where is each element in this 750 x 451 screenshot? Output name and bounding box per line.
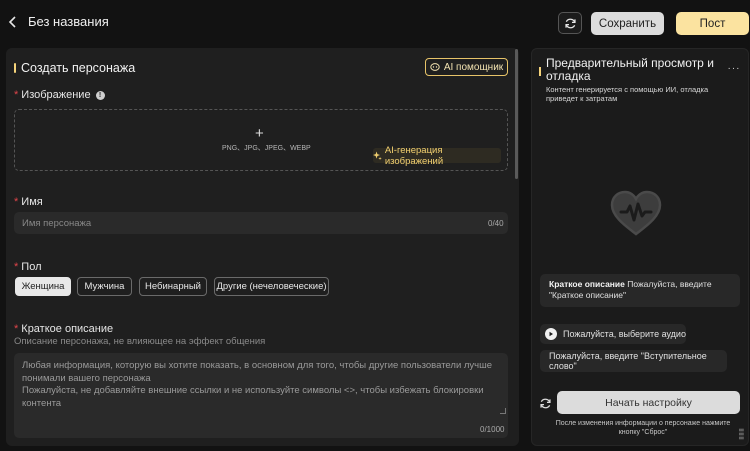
back-button[interactable] (6, 12, 20, 32)
required-marker: * (14, 196, 19, 208)
short-desc-placeholder-line1: Любая информация, которую вы хотите пока… (22, 360, 493, 384)
short-desc-placeholder: Любая информация, которую вы хотите пока… (22, 360, 502, 410)
textarea-resize-handle[interactable] (500, 408, 506, 414)
gender-label: * Пол (14, 261, 41, 273)
preview-panel (531, 48, 749, 446)
gender-label-text: Пол (21, 261, 42, 273)
gender-option-male[interactable]: Мужчина (77, 277, 132, 296)
image-formats: PNG、JPG、JPEG、WEBP (222, 145, 311, 152)
name-label: * Имя (14, 196, 43, 208)
refresh-button[interactable] (558, 12, 582, 34)
page-title: Без названия (28, 14, 109, 29)
ai-image-generation-button[interactable]: AI-генерация изображений (373, 145, 501, 167)
short-desc-counter: 0/1000 (480, 425, 505, 434)
plus-icon: + (255, 125, 264, 142)
intro-word-button[interactable]: Пожалуйста, введите "Вступительное слово… (540, 350, 727, 372)
select-audio-button[interactable]: Пожалуйста, выберите аудио (540, 324, 686, 344)
name-label-text: Имя (21, 196, 43, 208)
info-icon[interactable]: ! (95, 90, 105, 100)
section-title-text: Создать персонажа (21, 61, 136, 75)
gender-option-female[interactable]: Женщина (15, 277, 71, 296)
ai-helper-label: AI помощник (443, 61, 504, 73)
short-desc-label-text: Краткое описание (21, 323, 114, 335)
refresh-icon (564, 18, 576, 28)
required-marker: * (14, 323, 19, 335)
short-desc-placeholder-line2: Пожалуйста, не добавляйте внешние ссылки… (22, 385, 484, 409)
sparkle-icon (373, 151, 382, 160)
ai-helper-button[interactable]: AI помощник (425, 58, 508, 76)
name-placeholder: Имя персонажа (22, 218, 92, 229)
more-options-button[interactable]: ··· (726, 63, 742, 74)
ai-helper-icon (430, 63, 440, 71)
save-button[interactable]: Сохранить (591, 12, 664, 35)
required-marker: * (14, 89, 19, 101)
watermark-logo: ▦▦ ▦▦ ▦▦ (739, 427, 744, 440)
play-icon (545, 328, 557, 340)
heart-wave-icon (610, 190, 662, 236)
form-scrollbar[interactable] (515, 49, 518, 179)
short-desc-hint: Описание персонажа, не влияющее на эффек… (14, 336, 266, 347)
section-title: Создать персонажа (14, 61, 135, 75)
reset-hint: После изменения информации о персонаже н… (555, 420, 731, 436)
image-label-text: Изображение (21, 89, 91, 101)
gender-option-other[interactable]: Другие (нечеловеческие) (214, 277, 329, 296)
back-chevron-icon (8, 16, 16, 28)
gender-option-nonbinary[interactable]: Небинарный (139, 277, 207, 296)
preview-title: Предварительный просмотр и отладка (546, 56, 714, 83)
ai-image-generation-label: AI-генерация изображений (384, 144, 444, 167)
post-button[interactable]: Пост (676, 12, 749, 35)
reset-icon[interactable] (539, 397, 552, 410)
accent-marker (14, 63, 16, 73)
start-setup-button[interactable]: Начать настройку (557, 391, 740, 414)
required-marker: * (14, 261, 19, 273)
desc-card-title: Краткое описание (549, 279, 625, 289)
name-counter: 0/40 (488, 219, 504, 228)
preview-subtitle: Контент генерируется с помощью ИИ, отлад… (546, 85, 709, 103)
select-audio-label: Пожалуйста, выберите аудио (563, 329, 686, 339)
short-desc-label: * Краткое описание (14, 323, 113, 335)
accent-marker (539, 67, 541, 76)
short-desc-preview-card: Краткое описание Пожалуйста, введите "Кр… (540, 274, 740, 307)
image-label: * Изображение ! (14, 89, 105, 101)
